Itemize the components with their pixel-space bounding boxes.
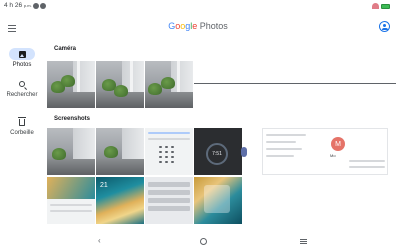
nav-item-trash[interactable]: Corbeille xyxy=(0,116,44,136)
avatar: M xyxy=(331,137,345,151)
photo-detail xyxy=(77,61,80,94)
photo-detail xyxy=(161,77,175,89)
key xyxy=(171,151,174,153)
nav-pill xyxy=(9,116,35,128)
divider-line xyxy=(194,83,396,85)
ui-row xyxy=(349,166,385,168)
screenshot-thumbnail[interactable] xyxy=(47,177,95,224)
account-button[interactable] xyxy=(379,21,390,32)
screenshot-thumbnail[interactable] xyxy=(47,128,95,175)
photo-thumbnail[interactable] xyxy=(145,61,193,108)
nav-label: Corbeille xyxy=(10,130,34,136)
photo-detail xyxy=(114,85,128,97)
back-button[interactable]: ‹ xyxy=(98,236,101,245)
screenshot-thumbnail[interactable] xyxy=(194,177,242,224)
recents-icon-line xyxy=(300,241,307,242)
recents-button[interactable] xyxy=(300,239,307,244)
ui-row xyxy=(266,148,302,150)
battery-icon xyxy=(381,3,390,9)
photo-detail xyxy=(96,158,144,175)
section-title-camera: Caméra xyxy=(54,46,77,52)
key xyxy=(171,161,174,163)
ui-row xyxy=(148,138,190,140)
ui-row xyxy=(266,141,296,143)
home-button[interactable] xyxy=(200,238,207,245)
key xyxy=(159,156,162,158)
status-right xyxy=(372,3,390,9)
key xyxy=(165,151,168,153)
key xyxy=(159,161,162,163)
key xyxy=(159,146,162,148)
ui-row xyxy=(148,206,190,211)
ui-row xyxy=(50,204,92,206)
screenshot-thumbnail[interactable]: 21 xyxy=(96,177,144,224)
photo-thumbnail[interactable] xyxy=(96,61,144,108)
ui-row xyxy=(148,182,190,187)
photo-detail xyxy=(177,61,180,94)
key xyxy=(159,151,162,153)
recents-icon-line xyxy=(300,243,307,244)
key xyxy=(171,146,174,148)
lockscreen-time: 21 xyxy=(100,182,108,189)
key xyxy=(165,161,168,163)
photo-detail xyxy=(52,148,66,160)
key xyxy=(171,156,174,158)
nav-label: Photos xyxy=(12,62,32,68)
photo-detail xyxy=(47,91,95,108)
key xyxy=(165,156,168,158)
app-logo: Google Photos xyxy=(168,21,228,31)
nav-pill xyxy=(9,78,35,90)
photo-detail xyxy=(47,158,95,175)
ui-row xyxy=(148,132,190,134)
ui-row xyxy=(349,160,385,162)
scroll-handle[interactable] xyxy=(241,147,247,157)
nav-pill xyxy=(9,48,35,60)
nav-label: Rechercher xyxy=(6,92,38,98)
recents-icon-line xyxy=(300,239,307,240)
photos-icon xyxy=(18,50,26,58)
screenshot-thumbnail[interactable] xyxy=(96,128,144,175)
settings-status-icon xyxy=(33,3,39,9)
status-bar: 4 h 26 p.m. xyxy=(0,0,396,14)
photo-detail xyxy=(130,61,133,94)
screenshot-thumbnail[interactable] xyxy=(145,177,193,224)
avatar-caption: Mo xyxy=(330,153,336,158)
nav-item-photos[interactable]: Photos xyxy=(0,48,44,68)
ui-row xyxy=(148,190,190,195)
search-icon xyxy=(19,81,25,87)
ui-row xyxy=(50,210,92,212)
nav-item-search[interactable]: Rechercher xyxy=(0,78,44,98)
wifi-icon xyxy=(372,3,379,9)
photo-detail xyxy=(148,83,162,95)
photo-detail xyxy=(104,146,118,158)
clock-face: 7:51 xyxy=(206,143,228,165)
ui-row xyxy=(266,134,306,136)
screenshot-thumbnail[interactable]: 7:51 xyxy=(194,128,242,175)
trash-icon xyxy=(18,116,26,126)
wallpaper-preview xyxy=(47,177,95,199)
shield-status-icon xyxy=(40,3,46,9)
screenshot-overlay xyxy=(204,185,230,213)
screenshot-thumbnail[interactable]: M Mo xyxy=(262,128,388,175)
photo-detail xyxy=(61,75,75,87)
key xyxy=(165,146,168,148)
status-time: 4 h 26 p.m. xyxy=(4,2,32,9)
photo-thumbnail[interactable] xyxy=(47,61,95,108)
keypad xyxy=(159,146,174,163)
ui-row xyxy=(266,155,294,157)
section-title-screenshots: Screenshots xyxy=(54,116,91,122)
screenshot-thumbnail[interactable] xyxy=(145,128,193,175)
ui-row xyxy=(148,198,190,203)
